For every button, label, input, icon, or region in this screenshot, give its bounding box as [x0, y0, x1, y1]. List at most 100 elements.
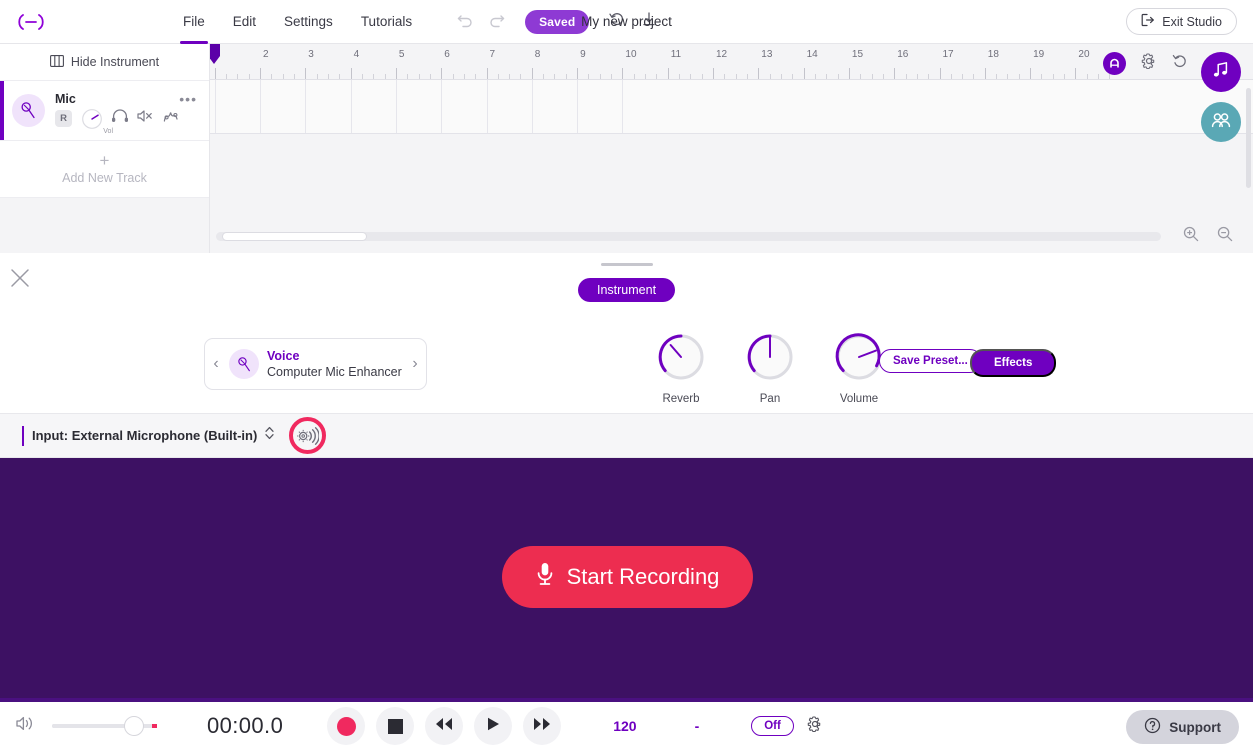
timeline-ruler[interactable]: 2 3 4 5 6 7 8 9 10 11 12 13 14 15 16 17 18 19 20 [210, 44, 1253, 80]
recording-stage: Start Recording [0, 458, 1253, 700]
panel-drag-handle[interactable] [601, 263, 653, 266]
ruler-tick-major [758, 68, 760, 79]
track-row[interactable]: Mic R Vol ••• [0, 81, 209, 141]
ruler-tick-label: 6 [444, 49, 450, 60]
knob-reverb[interactable]: Reverb [655, 332, 707, 405]
chevron-right-icon[interactable]: › [404, 355, 426, 373]
close-icon[interactable] [10, 268, 30, 288]
record-button[interactable] [327, 707, 366, 745]
volume-slider-handle[interactable] [124, 716, 144, 736]
speaker-volume-icon[interactable] [16, 715, 36, 737]
music-note-icon [1211, 60, 1231, 85]
stop-button[interactable] [376, 707, 415, 745]
knob-volume[interactable]: Volume [833, 332, 885, 405]
loop-icon[interactable] [1172, 53, 1188, 74]
ruler-tick-minor [1098, 74, 1100, 79]
play-icon [485, 716, 501, 737]
master-volume-slider[interactable] [52, 716, 157, 736]
input-source-label[interactable]: Input: External Microphone (Built-in) [32, 428, 257, 443]
fab-collaborate[interactable] [1201, 102, 1241, 142]
top-header: File Edit Settings Tutorials Saved My ne… [0, 0, 1253, 44]
ruler-tick-minor [565, 74, 567, 79]
track-timeline-row[interactable] [210, 80, 1253, 134]
tab-instrument[interactable]: Instrument [578, 278, 676, 302]
more-options-icon[interactable]: ••• [179, 91, 197, 107]
ruler-tick-minor [237, 74, 239, 79]
bpm-value[interactable]: 120 [613, 718, 636, 734]
speaker-mute-icon[interactable] [137, 109, 154, 128]
ruler-tick-label: 10 [625, 49, 637, 60]
ruler-tick-minor [1064, 74, 1066, 79]
timeline-grid-line [214, 80, 216, 133]
track-volume-knob[interactable]: Vol [81, 108, 113, 135]
menu-item-settings[interactable]: Settings [283, 12, 334, 31]
exit-studio-button[interactable]: Exit Studio [1126, 8, 1237, 35]
save-preset-button[interactable]: Save Preset... [879, 349, 982, 373]
ruler-tick-minor [271, 74, 273, 79]
zoom-in-icon[interactable] [1183, 226, 1199, 247]
fast-forward-button[interactable] [523, 707, 562, 745]
start-recording-label: Start Recording [566, 564, 720, 589]
instrument-preset-card[interactable]: ‹ Voice Computer Mic Enhancer › [204, 338, 427, 390]
app-logo-icon[interactable] [0, 13, 62, 31]
ruler-tick-minor [384, 74, 386, 79]
ruler-tick-minor [950, 74, 952, 79]
download-icon[interactable] [641, 11, 657, 32]
ruler-tick-minor [316, 74, 318, 79]
ruler-tick-minor [497, 74, 499, 79]
horizontal-scrollbar-thumb[interactable] [222, 231, 367, 241]
gear-icon[interactable] [1141, 53, 1157, 74]
metronome-toggle[interactable]: Off [751, 716, 794, 736]
hide-instrument-button[interactable]: Hide Instrument [0, 44, 209, 81]
play-button[interactable] [474, 707, 513, 745]
studio-app: File Edit Settings Tutorials Saved My ne… [0, 0, 1253, 750]
timecode-display[interactable]: 00:00.0 [207, 713, 283, 739]
vertical-scrollbar[interactable] [1246, 88, 1251, 188]
ruler-tick-minor [418, 74, 420, 79]
ruler-tick-major [486, 68, 488, 79]
menu-item-file[interactable]: File [180, 12, 208, 44]
gear-icon[interactable] [807, 715, 823, 737]
start-recording-button[interactable]: Start Recording [502, 546, 753, 608]
undo-icon[interactable] [457, 11, 474, 33]
track-controls: R Vol [55, 108, 209, 135]
ruler-tick-minor [679, 74, 681, 79]
ruler-tick-major [350, 68, 352, 79]
stepper-updown-icon[interactable] [264, 425, 275, 446]
support-button[interactable]: Support [1126, 710, 1239, 744]
ruler-tick-label: 7 [489, 49, 496, 60]
automation-icon[interactable] [163, 109, 180, 129]
rewind-button[interactable] [425, 707, 464, 745]
effects-button[interactable]: Effects [970, 349, 1057, 377]
magnet-icon[interactable] [1103, 52, 1126, 75]
ruler-tick-label: 15 [851, 49, 864, 60]
menu-item-tutorials[interactable]: Tutorials [360, 12, 413, 31]
ruler-tick-minor [475, 74, 477, 79]
ruler-tick-minor [826, 74, 828, 79]
ruler-tick-minor [962, 74, 964, 79]
redo-icon[interactable] [488, 11, 505, 33]
timeline-grid-line [577, 80, 579, 133]
history-icon[interactable] [609, 11, 625, 32]
add-new-track-button[interactable]: + Add New Track [0, 141, 209, 198]
headphones-icon[interactable] [111, 109, 129, 128]
saved-status-badge[interactable]: Saved [525, 9, 590, 34]
timeline-grid-line [305, 80, 307, 133]
horizontal-scrollbar[interactable] [216, 231, 1161, 241]
zoom-out-icon[interactable] [1217, 226, 1233, 247]
key-signature-value[interactable]: - [695, 718, 700, 734]
knob-label-volume: Volume [839, 393, 879, 405]
ruler-tick-label: 12 [716, 49, 728, 60]
playhead-marker[interactable] [210, 44, 223, 66]
ruler-tick-minor [361, 74, 363, 79]
mic-settings-icon[interactable] [289, 417, 327, 454]
menu-item-edit[interactable]: Edit [232, 12, 257, 31]
chevron-left-icon[interactable]: ‹ [205, 355, 227, 373]
knob-pan[interactable]: Pan [744, 332, 796, 405]
ruler-tick-major [395, 68, 397, 79]
header-icons [609, 11, 657, 32]
add-new-track-label: Add New Track [62, 170, 147, 185]
track-record-arm-button[interactable]: R [55, 110, 72, 127]
fab-sound-library[interactable] [1201, 52, 1241, 92]
ruler-tick-label: 3 [308, 49, 314, 60]
